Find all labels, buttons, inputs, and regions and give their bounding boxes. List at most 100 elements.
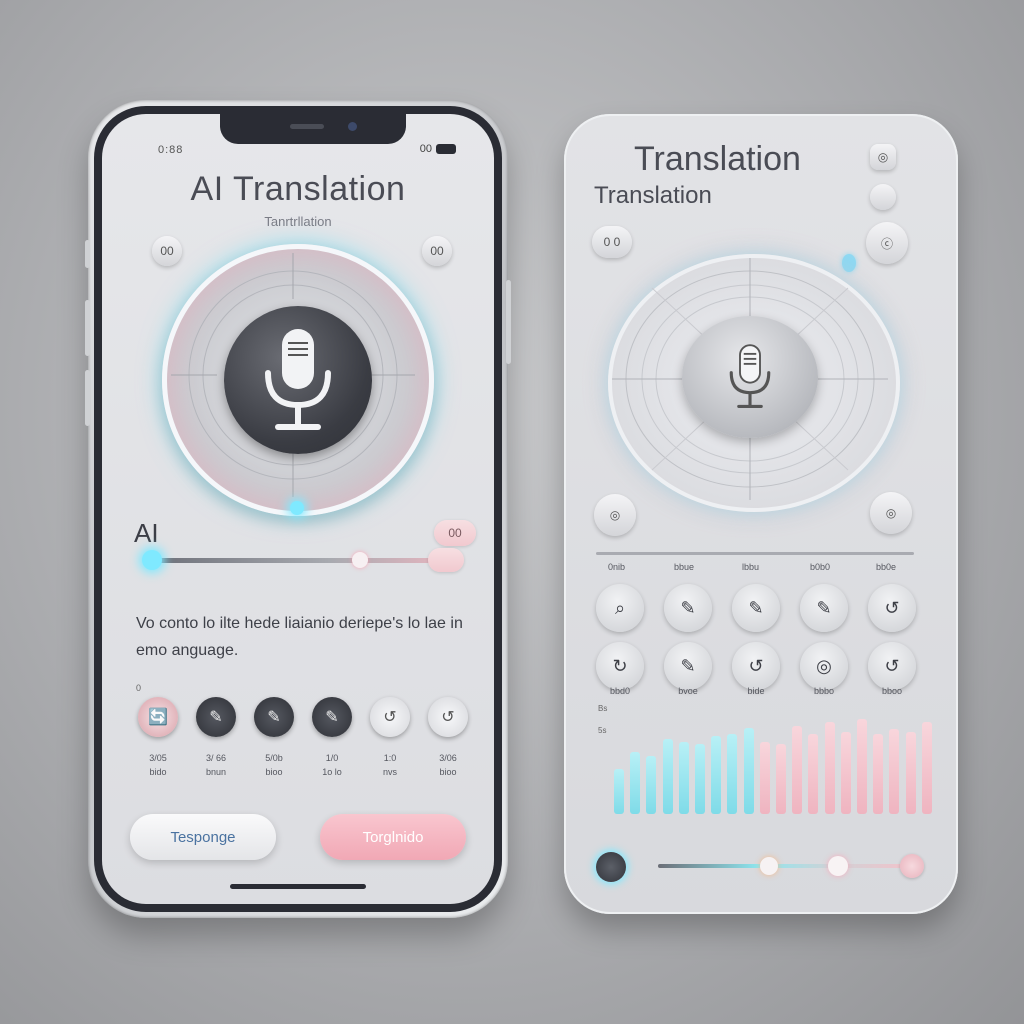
- playback-slider-track[interactable]: [658, 864, 908, 868]
- power-button: [506, 280, 511, 364]
- app-subtitle: Tanrtrllation: [264, 214, 332, 229]
- top-right-button[interactable]: 00: [422, 236, 452, 266]
- dial-indicator: [290, 501, 304, 515]
- language-caption: 3/06 bioo: [439, 753, 457, 777]
- language-item[interactable]: 🔄 3/05 bido: [136, 697, 180, 779]
- divider-line: [596, 552, 914, 555]
- mute-switch: [85, 240, 90, 268]
- waveform-bar: [630, 752, 641, 814]
- grid-button[interactable]: ↺: [732, 642, 780, 690]
- language-icon[interactable]: ✎: [196, 697, 236, 737]
- grid-button[interactable]: ↺: [868, 642, 916, 690]
- voice-dial[interactable]: [608, 254, 900, 512]
- translate-button[interactable]: Torglnido: [320, 814, 466, 860]
- status-icons: 00: [420, 143, 456, 155]
- audio-waveform: Bs 5s: [598, 704, 932, 814]
- small-toggle-button[interactable]: [870, 184, 896, 210]
- speaker-grille: [290, 124, 324, 129]
- waveform-bar: [905, 732, 916, 814]
- language-icon[interactable]: ↺: [370, 697, 410, 737]
- row-marker: 0: [136, 683, 142, 693]
- waveform-bar: [808, 734, 819, 814]
- waveform-bar: [873, 734, 884, 814]
- ai-toggle-pill[interactable]: 00: [434, 520, 476, 546]
- grid-button[interactable]: ✎: [664, 584, 712, 632]
- grid-caption: bbbo: [813, 686, 835, 696]
- language-item[interactable]: ↺ 1:0 nvs: [368, 697, 412, 779]
- mid-left-button[interactable]: ◎: [594, 494, 636, 536]
- grid-header: bb0e: [876, 562, 897, 572]
- left-action-button[interactable]: 0 0: [592, 226, 632, 258]
- language-item[interactable]: ✎ 1/0 1o lo: [310, 697, 354, 779]
- translated-text: Vo conto lo ilte hede liaianio deriepe's…: [136, 615, 463, 659]
- grid-button[interactable]: ⌕: [596, 584, 644, 632]
- grid-caption: bvoe: [678, 686, 698, 696]
- home-indicator: [230, 884, 366, 889]
- slider-handle-a[interactable]: [760, 857, 778, 875]
- waveform-bar: [857, 719, 867, 814]
- slider-end-button[interactable]: [900, 854, 924, 878]
- slider-handle-b[interactable]: [828, 856, 848, 876]
- grid-button[interactable]: ✎: [800, 584, 848, 632]
- notch: [220, 114, 406, 144]
- language-caption: 3/05 bido: [149, 753, 167, 777]
- waveform-bar: [921, 722, 932, 814]
- language-icon[interactable]: ✎: [254, 697, 294, 737]
- waveform-bar: [889, 729, 900, 814]
- grid-button[interactable]: ↻: [596, 642, 644, 690]
- waveform-bar: [776, 744, 786, 814]
- front-camera: [348, 122, 357, 131]
- eq-label: 5s: [598, 726, 607, 735]
- waveform-bar: [824, 722, 835, 814]
- language-caption: 1/0 1o lo: [322, 753, 342, 777]
- grid-caption: bboo: [881, 686, 903, 696]
- grid-caption: bbd0: [609, 686, 631, 696]
- language-row: 0 🔄 3/05 bido ✎ 3/ 66 bnun ✎ 5/0b bioo ✎ 1/…: [136, 683, 476, 807]
- language-caption: 3/ 66 bnun: [205, 753, 227, 777]
- microphone-icon: [729, 344, 771, 408]
- language-caption: 5/0b bioo: [265, 753, 283, 777]
- volume-up-button: [85, 300, 90, 356]
- grid-button[interactable]: ✎: [732, 584, 780, 632]
- waveform-bar: [743, 728, 754, 814]
- language-item[interactable]: ✎ 3/ 66 bnun: [194, 697, 238, 779]
- language-item[interactable]: ↺ 3/06 bioo: [426, 697, 470, 779]
- waveform-bar: [678, 742, 689, 814]
- grid-button[interactable]: ✎: [664, 642, 712, 690]
- slider-knob-mid[interactable]: [352, 552, 368, 568]
- mic-button[interactable]: [682, 316, 818, 438]
- slider-end-pill[interactable]: [428, 548, 464, 572]
- response-button[interactable]: Tesponge: [130, 814, 276, 860]
- mic-dial[interactable]: [162, 244, 434, 516]
- battery-icon: [436, 144, 456, 154]
- slider-knob-left[interactable]: [142, 550, 162, 570]
- progress-slider-track[interactable]: [146, 558, 452, 563]
- language-caption: 1:0 nvs: [382, 753, 397, 777]
- mic-button[interactable]: [224, 306, 372, 454]
- signal-icon: 00: [419, 143, 432, 155]
- language-icon[interactable]: 🔄: [138, 697, 178, 737]
- waveform-bar: [646, 756, 657, 814]
- settings-icon[interactable]: ◎: [870, 144, 896, 170]
- grid-header: b0b0: [810, 562, 831, 572]
- waveform-bar: [759, 742, 770, 814]
- waveform-bar: [727, 734, 738, 814]
- panel-subtitle: Translation: [594, 182, 712, 209]
- language-icon[interactable]: ↺: [428, 697, 468, 737]
- volume-down-button: [85, 370, 90, 426]
- playback-knob[interactable]: [596, 852, 626, 882]
- language-item[interactable]: ✎ 5/0b bioo: [252, 697, 296, 779]
- language-icon[interactable]: ✎: [312, 697, 352, 737]
- waveform-bar: [840, 732, 851, 814]
- waveform-bar: [792, 726, 803, 814]
- panel-title: Translation: [634, 140, 801, 178]
- grid-button[interactable]: ◎: [800, 642, 848, 690]
- phone-device: 0:88 00 AI Translation Tanrtrllation 00 …: [85, 100, 511, 918]
- waveform-bar: [711, 736, 722, 814]
- grid-header: lbbu: [742, 562, 760, 572]
- waveform-bar: [662, 739, 673, 814]
- grid-caption: bide: [747, 686, 765, 696]
- grid-button[interactable]: ↺: [868, 584, 916, 632]
- grid-header: bbue: [674, 562, 695, 572]
- mid-right-button[interactable]: ◎: [870, 492, 912, 534]
